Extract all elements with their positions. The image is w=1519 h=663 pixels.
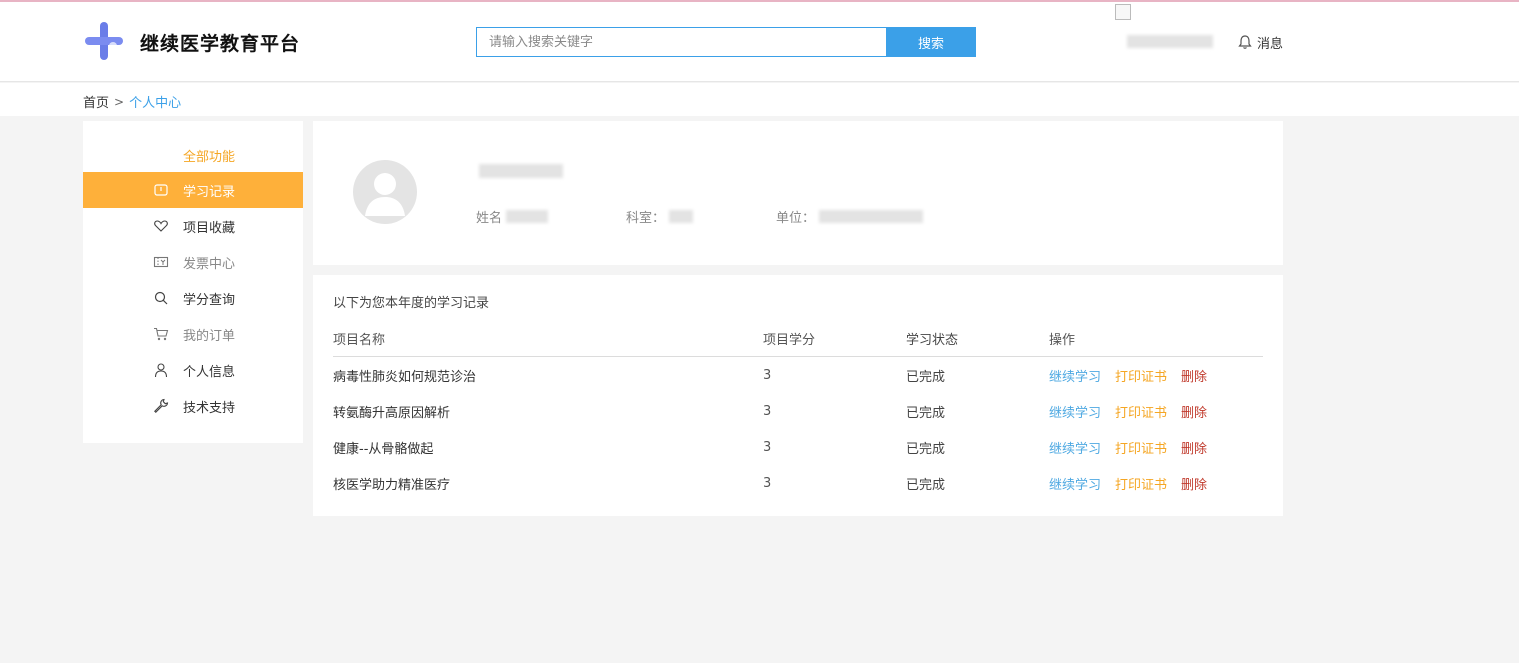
sidebar-item-study-records[interactable]: 学习记录 [83,172,303,208]
project-credits: 3 [763,439,772,455]
delete-link[interactable]: 删除 [1181,402,1207,421]
sidebar-item-label: 学分查询 [183,292,236,308]
column-header: 操作 [1049,333,1076,348]
user-name-redacted[interactable] [1127,35,1213,48]
continue-study-link[interactable]: 继续学习 [1049,366,1101,385]
study-records-card: 以下为您本年度的学习记录 项目名称 项目学分 学习状态 操作 病毒性肺炎如何规范… [313,275,1283,516]
project-name[interactable]: 核医学助力精准医疗 [333,474,763,493]
row-actions: 继续学习 打印证书 删除 [1049,366,1207,385]
breadcrumb-home[interactable]: 首页 [83,92,109,111]
sidebar-menu: 学习记录 项目收藏 发票中心 学分查询 我的订单 个人信息 技术支持 [83,172,303,424]
column-header: 项目名称 [333,333,386,348]
project-name[interactable]: 健康--从骨骼做起 [333,438,763,457]
profile-name-redacted [479,164,563,178]
profile-field-department: 科室： [626,207,776,226]
search-bar: 搜索 [476,27,976,57]
header: 继续医学教育平台 搜索 消息 [0,2,1519,82]
records-table: 项目名称 项目学分 学习状态 操作 病毒性肺炎如何规范诊治 3 已完成 继续学习… [333,321,1263,501]
breadcrumb: 首页 > 个人中心 [0,83,1519,116]
sidebar-item-tech-support[interactable]: 技术支持 [83,388,303,424]
profile-field-name: 姓名 [476,207,626,226]
sidebar-item-label: 技术支持 [183,400,236,416]
table-header: 项目名称 项目学分 学习状态 操作 [333,321,1263,357]
records-title: 以下为您本年度的学习记录 [333,296,490,311]
table-row: 转氨酶升高原因解析 3 已完成 继续学习 打印证书 删除 [333,393,1263,429]
unit-label: 单位： [776,211,816,226]
sidebar-item-label: 学习记录 [183,184,236,200]
messages-link[interactable]: 消息 [1237,32,1283,52]
department-value-redacted [669,210,694,223]
broken-image-icon [1115,4,1131,20]
print-certificate-link[interactable]: 打印证书 [1115,366,1167,385]
continue-study-link[interactable]: 继续学习 [1049,474,1101,493]
project-name[interactable]: 病毒性肺炎如何规范诊治 [333,366,763,385]
print-certificate-link[interactable]: 打印证书 [1115,438,1167,457]
study-status: 已完成 [906,369,946,385]
sidebar-item-orders[interactable]: 我的订单 [83,316,303,352]
sidebar-item-label: 项目收藏 [183,220,236,236]
sidebar-item-favorites[interactable]: 项目收藏 [83,208,303,244]
name-label: 姓名 [476,211,503,226]
messages-label: 消息 [1257,36,1284,52]
wrench-icon [153,398,169,414]
sidebar-item-label: 个人信息 [183,364,236,380]
profile-fields: 姓名 科室： 单位： [476,207,924,226]
sidebar-heading: 全部功能 [183,150,236,165]
user-icon [153,362,169,378]
unit-value-redacted [819,210,924,223]
name-value-redacted [506,210,549,223]
row-actions: 继续学习 打印证书 删除 [1049,438,1207,457]
row-actions: 继续学习 打印证书 删除 [1049,402,1207,421]
column-header: 学习状态 [906,333,959,348]
study-status: 已完成 [906,477,946,493]
delete-link[interactable]: 删除 [1181,474,1207,493]
study-status: 已完成 [906,441,946,457]
sidebar-item-label: 我的订单 [183,328,236,344]
search-button[interactable]: 搜索 [886,27,976,57]
breadcrumb-separator: > [114,94,125,109]
print-certificate-link[interactable]: 打印证书 [1115,474,1167,493]
ticket-icon [153,254,169,270]
site-title[interactable]: 继续医学教育平台 [140,29,300,56]
continue-study-link[interactable]: 继续学习 [1049,402,1101,421]
sidebar: 全部功能 学习记录 项目收藏 发票中心 学分查询 我的订单 个人信息 技术支持 [83,121,303,443]
sidebar-item-label: 发票中心 [183,256,236,272]
project-credits: 3 [763,403,772,419]
delete-link[interactable]: 删除 [1181,366,1207,385]
cart-icon [153,326,169,342]
column-header: 项目学分 [763,333,816,348]
profile-field-unit: 单位： [776,207,924,226]
project-credits: 3 [763,367,772,383]
medical-cross-logo-icon[interactable] [83,20,125,62]
sidebar-item-invoices[interactable]: 发票中心 [83,244,303,280]
table-row: 病毒性肺炎如何规范诊治 3 已完成 继续学习 打印证书 删除 [333,357,1263,393]
table-row: 核医学助力精准医疗 3 已完成 继续学习 打印证书 删除 [333,465,1263,501]
avatar [353,160,417,224]
heart-icon [153,218,169,234]
table-row: 健康--从骨骼做起 3 已完成 继续学习 打印证书 删除 [333,429,1263,465]
print-certificate-link[interactable]: 打印证书 [1115,402,1167,421]
sidebar-item-credit-query[interactable]: 学分查询 [83,280,303,316]
sidebar-item-personal-info[interactable]: 个人信息 [83,352,303,388]
department-label: 科室： [626,211,666,226]
clipboard-icon [153,182,169,198]
study-status: 已完成 [906,405,946,421]
profile-card: 姓名 科室： 单位： [313,121,1283,265]
project-credits: 3 [763,475,772,491]
delete-link[interactable]: 删除 [1181,438,1207,457]
project-name[interactable]: 转氨酶升高原因解析 [333,402,763,421]
bell-icon [1237,34,1253,50]
continue-study-link[interactable]: 继续学习 [1049,438,1101,457]
breadcrumb-current: 个人中心 [129,96,182,111]
search-input[interactable] [476,27,886,57]
row-actions: 继续学习 打印证书 删除 [1049,474,1207,493]
search-icon [153,290,169,306]
